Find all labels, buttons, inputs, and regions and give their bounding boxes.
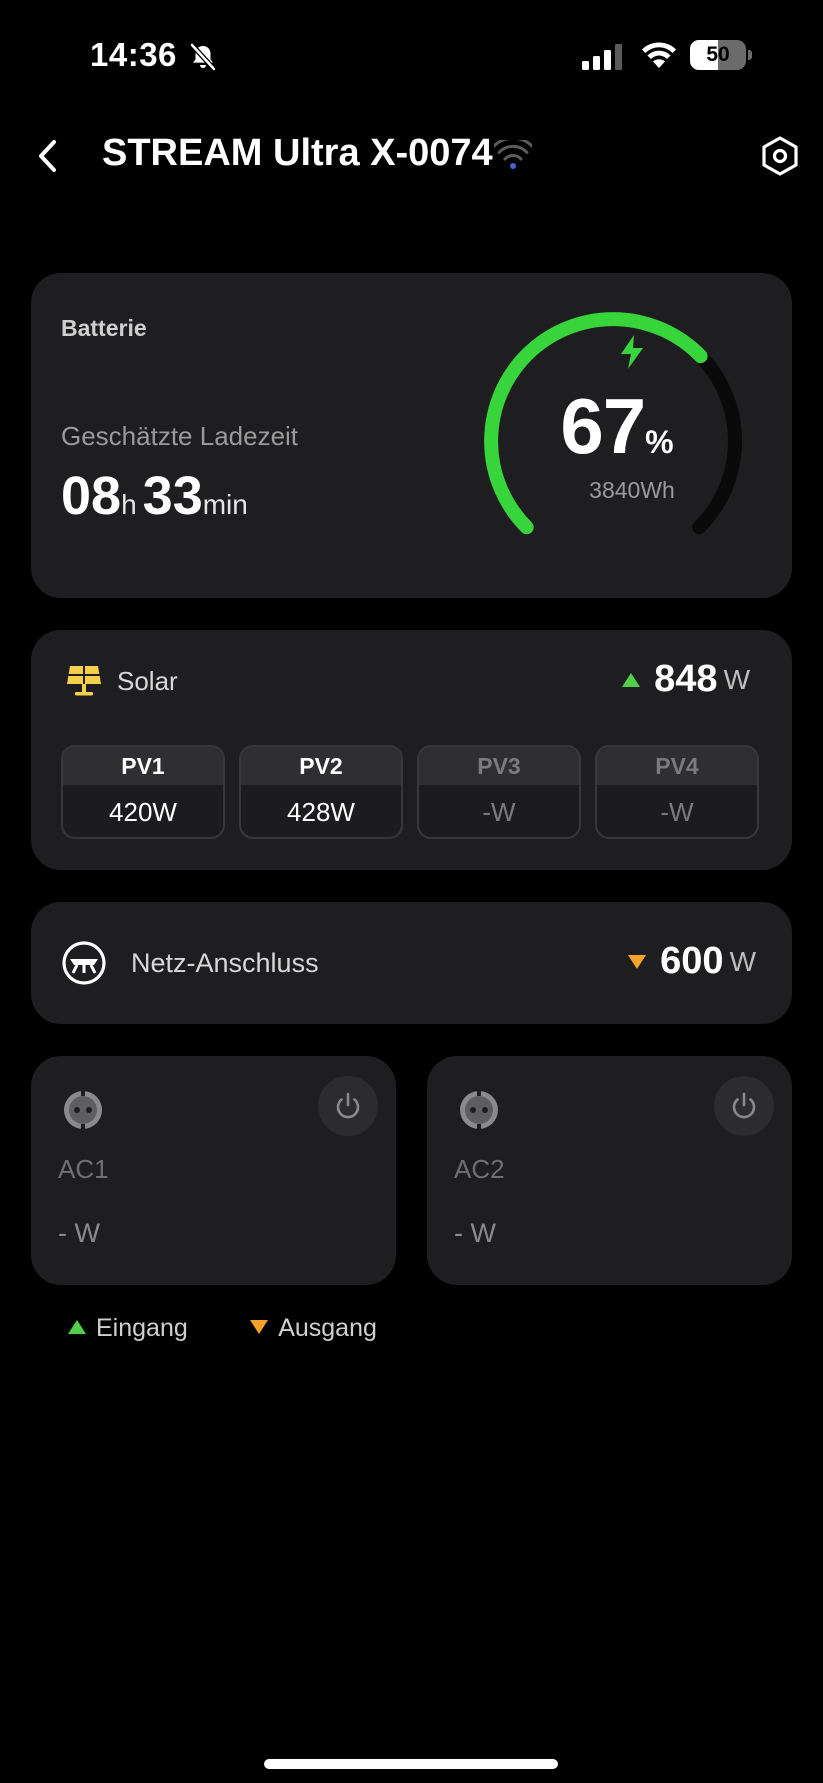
ac-value: - W [58,1218,100,1248]
status-bar: 14:36 50 [0,0,823,110]
solar-card[interactable]: Solar 848 W PV1 420W PV2 428W PV3 -W PV4 … [31,630,792,870]
chevron-left-icon[interactable] [28,134,72,178]
legend-input-label: Eingang [96,1314,188,1342]
battery-capacity: 3840Wh [589,477,675,503]
grid-connection-icon [62,941,106,985]
output-triangle-icon [628,954,647,969]
wifi-icon [494,140,532,169]
power-icon [336,1092,360,1119]
pv-value: 420W [109,797,177,827]
ac-name: AC2 [454,1154,505,1184]
grid-power-value: 600 [660,940,724,982]
legend-output-label: Ausgang [278,1314,377,1342]
legend-output: Ausgang [250,1314,377,1343]
hexagon-gear-icon[interactable] [758,134,802,178]
pv-name: PV2 [241,747,401,785]
solar-panel-icon [67,666,101,696]
solar-title: Solar [117,666,178,696]
battery-label: Batterie [61,315,147,341]
power-icon [732,1092,756,1119]
home-indicator[interactable] [264,1759,558,1769]
battery-icon: 50 [690,40,752,70]
minutes-unit: min [202,489,248,520]
pv-value: -W [660,797,694,827]
solar-power: 848 W [622,658,750,701]
charge-hours: 08 [61,466,122,526]
wifi-icon [642,42,676,68]
power-socket-icon [460,1091,498,1129]
pv-tile-3[interactable]: PV3 -W [417,745,581,839]
percent-symbol: % [645,424,674,460]
page-title: STREAM Ultra X-0074 [102,132,493,174]
solar-power-unit: W [723,663,750,695]
pv-tile-1[interactable]: PV1 420W [61,745,225,839]
pv-name: PV4 [597,747,757,785]
ac1-power-button[interactable] [318,1076,378,1136]
cellular-signal-icon [582,44,622,70]
ac-output-card-2[interactable]: AC2 - W [427,1056,792,1285]
pv-tile-4[interactable]: PV4 -W [595,745,759,839]
grid-power-unit: W [729,945,756,977]
battery-card: Batterie Geschätzte Ladezeit 08h 33min 67… [31,273,792,598]
ac-output-card-1[interactable]: AC1 - W [31,1056,396,1285]
battery-percent: 67% [547,381,687,472]
pv-tile-2[interactable]: PV2 428W [239,745,403,839]
ac-value: - W [454,1218,496,1248]
legend: Eingang Ausgang [68,1314,435,1343]
ac-name: AC1 [58,1154,109,1184]
hours-unit: h [121,489,137,520]
input-triangle-icon [622,672,641,687]
bell-slash-icon [190,43,216,71]
legend-input: Eingang [68,1314,188,1343]
grid-power: 600 W [628,940,756,983]
output-triangle-icon [250,1320,269,1335]
grid-connection-card[interactable]: Netz-Anschluss 600 W [31,902,792,1024]
battery-level: 50 [706,43,730,66]
pv-name: PV3 [419,747,579,785]
charge-time-value: 08h 33min [61,465,254,527]
battery-percent-value: 67 [560,382,646,470]
pv-value: -W [482,797,516,827]
charge-time-label: Geschätzte Ladezeit [61,421,299,451]
pv-value: 428W [287,797,355,827]
ac2-power-button[interactable] [714,1076,774,1136]
charge-minutes: 33 [142,466,203,526]
power-socket-icon [64,1091,102,1129]
solar-power-value: 848 [654,658,718,700]
status-time: 14:36 [90,36,177,73]
grid-title: Netz-Anschluss [131,948,319,978]
pv-name: PV1 [63,747,223,785]
header: STREAM Ultra X-0074 [0,120,823,192]
charging-bolt-icon [621,335,643,369]
input-triangle-icon [68,1320,86,1335]
